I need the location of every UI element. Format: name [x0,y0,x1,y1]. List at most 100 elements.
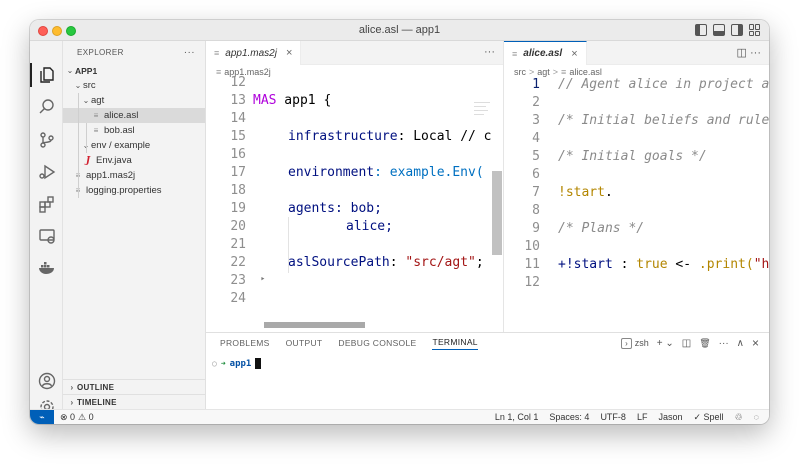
breadcrumb: ≡ app1.mas2j [206,65,503,79]
outline-section[interactable]: › OUTLINE [63,379,206,394]
maximize-panel-icon[interactable]: ∧ [737,338,744,349]
shell-name: zsh [634,338,649,348]
run-debug-icon[interactable] [37,162,56,181]
vertical-scrollbar[interactable] [492,171,502,255]
timeline-label: TIMELINE [77,397,117,407]
toggle-panel-icon[interactable] [713,24,725,36]
terminal-status-icon: ○ [212,359,217,368]
code-token: /* Plans */ [558,220,645,236]
close-tab-icon[interactable]: × [571,48,577,60]
split-terminal-icon[interactable]: ◫ [682,338,691,349]
tree-file-env-java[interactable]: J Env.java [63,153,205,168]
cursor-position[interactable]: Ln 1, Col 1 [495,412,539,423]
bottom-panel: PROBLEMS OUTPUT DEBUG CONSOLE TERMINAL ›… [206,332,769,409]
remote-explorer-icon[interactable] [37,226,56,245]
title-bar: alice.asl — app1 [30,20,769,41]
remote-indicator-icon[interactable]: ⌁ [30,410,54,424]
line-number: 5 [532,148,540,164]
indent-guide [86,123,87,153]
trash-icon[interactable]: 🗑 [699,338,710,349]
indent-guide [288,217,289,273]
code-token: : bob; [334,200,382,216]
line-number: 9 [532,220,540,236]
prompt-arrow-icon: ➜ [220,359,226,368]
feedback-icon[interactable]: ♲ [735,412,743,423]
errors-count: ⊗ 0 [60,412,76,422]
code-token: : example.Env( [374,164,484,180]
tree-file-bob-asl[interactable]: ≡ bob.asl [63,123,205,138]
warnings-count: ⚠ 0 [78,412,94,422]
horizontal-scrollbar[interactable] [264,322,365,328]
more-actions-button[interactable]: ··· [484,46,495,58]
explorer-icon[interactable] [37,65,56,84]
customize-layout-icon[interactable] [749,24,761,36]
line-number: 1 [532,76,540,92]
tab-terminal[interactable]: TERMINAL [432,337,478,350]
minimap [474,102,490,103]
layout-controls [695,24,761,36]
tab-alice-asl[interactable]: ≡ alice.asl × [504,41,587,65]
tree-label: bob.asl [104,125,135,136]
code-token: MAS [253,92,277,108]
line-number: 15 [230,128,246,144]
code-token: : [389,254,406,270]
code-token: . [604,184,613,200]
tree-file-logging-properties[interactable]: ≡ logging.properties [63,183,205,198]
tree-label: Env.java [96,155,132,166]
terminal-shell-selector[interactable]: › zsh [621,337,649,349]
accounts-icon[interactable] [37,371,56,390]
code-token: environment [288,164,375,180]
close-tab-icon[interactable]: × [286,47,292,59]
code-token: /* Initial goals */ [558,148,707,164]
code-token: <- [667,256,699,272]
new-terminal-button[interactable]: + ⌄ [657,338,674,349]
toggle-secondary-sidebar-icon[interactable] [731,24,743,36]
tree-folder-agt[interactable]: ⌄ agt [63,93,205,108]
split-editor-button[interactable]: ◫ ··· [737,46,761,59]
tree-label: agt [91,95,105,106]
tree-root-app1[interactable]: ⌄ APP1 [63,63,205,78]
more-actions-button[interactable]: ··· [719,338,729,349]
indentation[interactable]: Spaces: 4 [549,412,589,423]
search-icon[interactable] [37,97,56,116]
explorer-sidebar: EXPLORER ··· ⌄ APP1 ⌄ src ⌄ agt ≡ alice.… [63,41,206,409]
code-token: : [612,256,637,272]
code-token: aslSourcePath [288,254,390,270]
code-token: alice; [346,218,393,234]
tree-file-alice-asl[interactable]: ≡ alice.asl [63,108,205,123]
code-token: +!start [558,256,613,272]
code-token: agents [288,200,335,216]
code-token: /* Initial beliefs and rules [558,112,769,128]
spell-checker[interactable]: ✓ Spell [693,412,723,423]
language-mode[interactable]: Jason [658,412,682,423]
chevron-right-icon: › [70,382,74,392]
status-problems[interactable]: ⊗ 0 ⚠ 0 [60,412,94,423]
line-number: 17 [230,164,246,180]
panel-actions: › zsh + ⌄ ◫ 🗑 ··· ∧ × [621,336,759,350]
terminal-prompt[interactable]: ○ ➜ app1 [212,358,262,369]
tab-label: alice.asl [523,48,563,59]
explorer-more-button[interactable]: ··· [184,47,195,58]
explorer-title: EXPLORER [77,47,124,57]
fold-marker-icon[interactable]: ‣ [260,275,265,285]
tab-debug-console[interactable]: DEBUG CONSOLE [338,338,416,348]
editor-group-left: ≡ app1.mas2j × ··· ≡ app1.mas2j 12 13 MAS… [206,41,504,332]
chevron-right-icon: › [70,397,74,407]
docker-icon[interactable] [37,257,56,276]
tree-root-label: APP1 [75,65,98,76]
tree-folder-env-example[interactable]: ⌄ env / example [63,138,205,153]
tree-folder-src[interactable]: ⌄ src [63,78,205,93]
source-control-icon[interactable] [37,130,56,149]
extensions-icon[interactable] [37,194,56,213]
timeline-section[interactable]: › TIMELINE [63,394,206,409]
notifications-bell-icon[interactable]: ◌ [754,412,759,423]
close-panel-icon[interactable]: × [752,336,759,350]
tab-problems[interactable]: PROBLEMS [220,338,270,348]
tab-output[interactable]: OUTPUT [286,338,323,348]
encoding[interactable]: UTF-8 [600,412,626,423]
active-view-indicator [30,63,32,87]
end-of-line[interactable]: LF [637,412,648,423]
toggle-primary-sidebar-icon[interactable] [695,24,707,36]
tree-file-app1-mas2j[interactable]: ≡ app1.mas2j [63,168,205,183]
tab-app1-mas2j[interactable]: ≡ app1.mas2j × [206,41,302,65]
